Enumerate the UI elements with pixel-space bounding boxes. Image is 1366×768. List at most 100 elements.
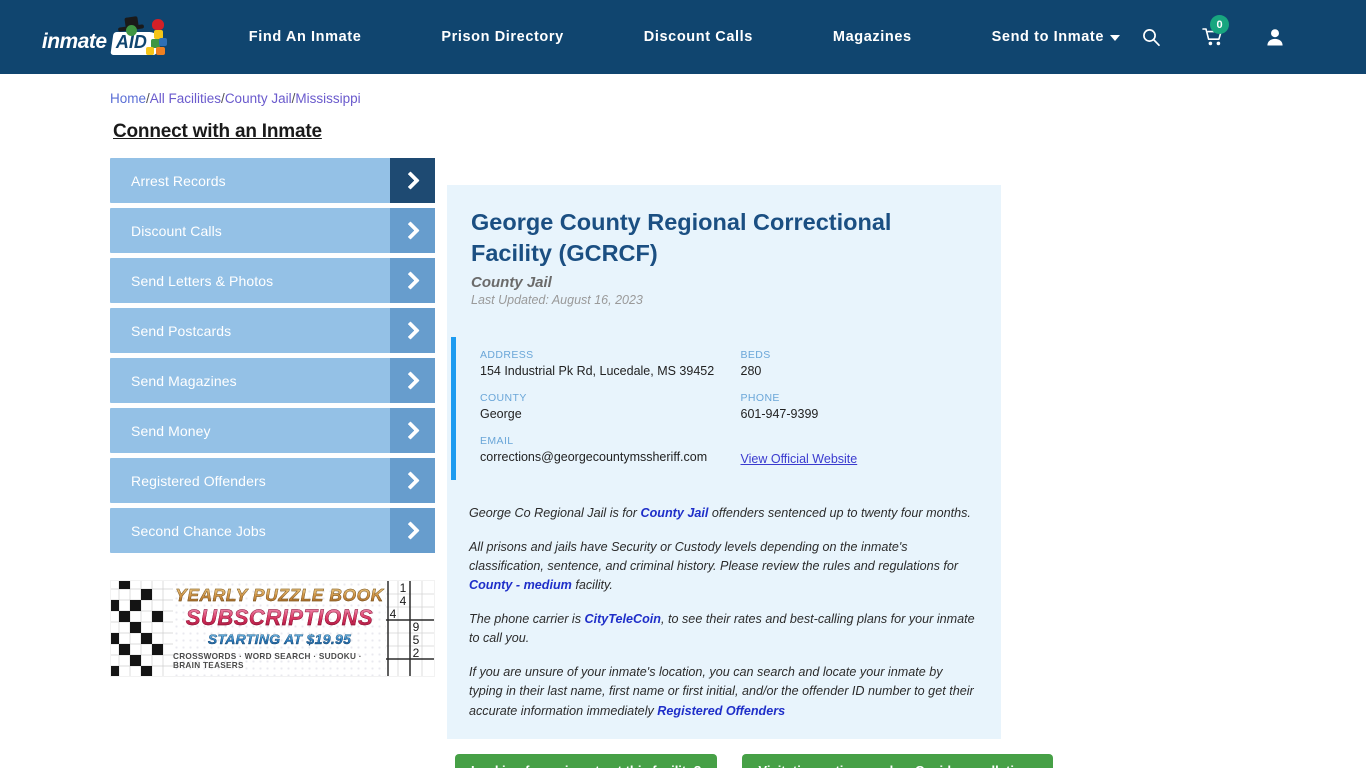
nav-item-find-an-inmate[interactable]: Find An Inmate: [249, 29, 362, 45]
p2-text-a: All prisons and jails have Security or C…: [469, 539, 959, 573]
link-county-medium[interactable]: County - medium: [469, 578, 572, 592]
info-label-phone: PHONE: [740, 391, 780, 404]
sidebar-item-label: Arrest Records: [131, 172, 226, 189]
sidebar-item-arrest-records[interactable]: Arrest Records: [110, 158, 435, 203]
mascot-blob-blue: [158, 38, 167, 46]
p2-text-b: facility.: [571, 577, 613, 592]
page-title: George County Regional Correctional Faci…: [471, 209, 892, 267]
info-address: ADDRESS 154 Industrial Pk Rd, Lucedale, …: [480, 349, 741, 378]
user-icon: [1267, 29, 1283, 46]
sidebar-item-send-letters-photos[interactable]: Send Letters & Photos: [110, 258, 435, 303]
nav-item-discount-calls[interactable]: Discount Calls: [644, 29, 753, 45]
paragraph-1: George Co Regional Jail is for County Ja…: [469, 504, 977, 523]
mascot-blob-orange: [155, 47, 165, 55]
chevron-down-icon: [1110, 35, 1120, 41]
info-label-email: EMAIL: [480, 434, 514, 447]
chevron-right-icon: [390, 158, 435, 203]
p1-text-a: George Co Regional Jail is for: [469, 505, 641, 520]
account-button[interactable]: [1244, 27, 1306, 47]
info-label-spacer: [741, 435, 1002, 447]
p3-text-a: The phone carrier is: [469, 612, 585, 627]
svg-text:5: 5: [413, 633, 420, 647]
paragraph-4: If you are unsure of your inmate's locat…: [469, 663, 977, 720]
chevron-right-icon: [390, 508, 435, 553]
info-value-email: corrections@georgecountymssheriff.com: [480, 449, 708, 464]
search-icon: [1143, 29, 1160, 47]
info-column-left: ADDRESS 154 Industrial Pk Rd, Lucedale, …: [480, 349, 741, 468]
sidebar-menu: Arrest Records Discount Calls Send Lette…: [110, 158, 435, 553]
mascot-blob-yellow2: [145, 47, 154, 55]
breadcrumb-item-home[interactable]: Home: [110, 91, 146, 106]
breadcrumb-item-mississippi[interactable]: Mississippi: [295, 91, 360, 106]
find-inmate-button[interactable]: Looking for an inmate at this facility?: [455, 753, 718, 768]
sidebar-item-label: Second Chance Jobs: [131, 522, 266, 539]
paragraph-2: All prisons and jails have Security or C…: [469, 538, 977, 595]
info-value-phone: 601-947-9399: [740, 406, 819, 421]
header-icon-group: 0: [1120, 0, 1366, 74]
chevron-right-icon: [390, 308, 435, 353]
sidebar-item-label: Send Magazines: [131, 372, 237, 389]
ad-line-1: YEARLY PUZZLE BOOK: [175, 585, 384, 605]
svg-text:4: 4: [390, 607, 397, 621]
facility-info-box: ADDRESS 154 Industrial Pk Rd, Lucedale, …: [451, 336, 1002, 480]
breadcrumb-item-all-facilities[interactable]: All Facilities: [150, 91, 221, 106]
info-county: COUNTY George: [480, 392, 741, 421]
view-official-website-link[interactable]: View Official Website: [741, 452, 858, 466]
nav-item-send-to-inmate-label: Send to Inmate: [991, 29, 1104, 45]
paragraph-3: The phone carrier is CityTeleCoin, to se…: [469, 610, 977, 648]
cart-button[interactable]: 0: [1182, 15, 1244, 47]
sidebar-item-send-magazines[interactable]: Send Magazines: [110, 358, 435, 403]
page-body: Home/All Facilities/County Jail/Mississi…: [0, 74, 1366, 768]
info-label-beds: BEDS: [740, 348, 771, 361]
breadcrumb-item-county-jail[interactable]: County Jail: [225, 91, 292, 106]
puzzle-book-ad-banner[interactable]: YEARLY PUZZLE BOOK SUBSCRIPTIONS STARTIN…: [110, 580, 435, 677]
info-website: View Official Website: [741, 435, 1002, 468]
p1-text-b: offenders sentenced up to twenty four mo…: [708, 505, 971, 520]
nav-item-magazines[interactable]: Magazines: [833, 29, 912, 45]
mascot-face-icon: [125, 25, 137, 36]
info-value-beds: 280: [740, 363, 762, 378]
left-column: Home/All Facilities/County Jail/Mississi…: [0, 74, 447, 768]
sidebar-item-discount-calls[interactable]: Discount Calls: [110, 208, 435, 253]
chevron-right-icon: [390, 208, 435, 253]
ad-line-4: CROSSWORDS · WORD SEARCH · SUDOKU · BRAI…: [173, 651, 362, 670]
breadcrumb: Home/All Facilities/County Jail/Mississi…: [110, 91, 447, 106]
sidebar-item-label: Discount Calls: [131, 222, 222, 239]
sidebar-item-label: Send Postcards: [131, 322, 232, 339]
chevron-right-icon: [390, 358, 435, 403]
last-updated: Last Updated: August 16, 2023: [471, 292, 643, 307]
link-registered-offenders[interactable]: Registered Offenders: [657, 704, 785, 718]
info-label-address: ADDRESS: [480, 348, 534, 361]
nav-item-prison-directory[interactable]: Prison Directory: [441, 29, 563, 45]
sidebar-item-registered-offenders[interactable]: Registered Offenders: [110, 458, 435, 503]
cta-button-row: Looking for an inmate at this facility? …: [447, 753, 1366, 768]
sidebar-item-label: Registered Offenders: [131, 472, 266, 489]
sudoku-grid-graphic: 1 4 4 9 5 2: [386, 581, 434, 676]
search-button[interactable]: [1120, 27, 1182, 47]
mascot-blob-red: [151, 19, 164, 30]
chevron-right-icon: [390, 458, 435, 503]
visitations-button[interactable]: Visitations - times, rules, Covid cancel…: [742, 753, 1054, 768]
sidebar-item-send-postcards[interactable]: Send Postcards: [110, 308, 435, 353]
svg-text:2: 2: [413, 646, 420, 660]
site-header: inmate AID Find An Inmate Prison Directo…: [0, 0, 1366, 74]
nav-item-send-to-inmate[interactable]: Send to Inmate: [992, 29, 1120, 45]
info-beds: BEDS 280: [741, 349, 1002, 378]
info-label-county: COUNTY: [480, 391, 527, 404]
sidebar-item-send-money[interactable]: Send Money: [110, 408, 435, 453]
facility-type: County Jail: [471, 273, 552, 291]
logo[interactable]: inmate AID: [0, 0, 194, 74]
sidebar-item-label: Send Letters & Photos: [131, 272, 274, 289]
link-county-jail[interactable]: County Jail: [641, 506, 709, 520]
link-citytelecoin[interactable]: CityTeleCoin: [585, 612, 662, 626]
info-column-right: BEDS 280 PHONE 601-947-9399 View Officia…: [741, 349, 1002, 468]
svg-text:4: 4: [400, 594, 407, 608]
main-nav: Find An Inmate Prison Directory Discount…: [194, 0, 1120, 74]
facility-description: George Co Regional Jail is for County Ja…: [447, 504, 1001, 721]
info-value-address: 154 Industrial Pk Rd, Lucedale, MS 39452: [480, 363, 715, 378]
crossword-grid-graphic: [111, 581, 173, 676]
cart-count-badge: 0: [1210, 15, 1229, 34]
svg-text:9: 9: [413, 620, 420, 634]
chevron-right-icon: [390, 258, 435, 303]
sidebar-item-second-chance-jobs[interactable]: Second Chance Jobs: [110, 508, 435, 553]
